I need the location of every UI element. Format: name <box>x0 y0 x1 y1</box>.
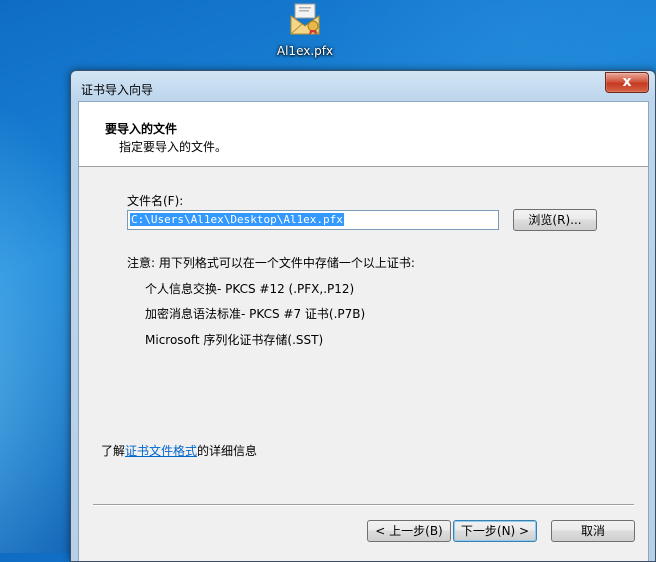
format-item-p7b: 加密消息语法标准- PKCS #7 证书(.P7B) <box>145 307 366 321</box>
page-title: 要导入的文件 <box>105 122 178 136</box>
close-button[interactable]: x <box>605 72 649 93</box>
learn-more-prefix: 了解 <box>101 444 126 458</box>
back-button-label: < 上一步(B) <box>375 524 443 538</box>
file-name-label: 文件名(F): <box>127 194 184 208</box>
learn-more-suffix: 的详细信息 <box>197 444 258 458</box>
close-icon: x <box>622 74 632 90</box>
back-button[interactable]: < 上一步(B) <box>367 520 451 542</box>
desktop-icon-label: Al1ex.pfx <box>276 44 334 58</box>
format-item-sst: Microsoft 序列化证书存储(.SST) <box>145 333 324 347</box>
browse-button-label: 浏览(R)... <box>528 213 582 227</box>
certificate-file-formats-link[interactable]: 证书文件格式 <box>125 444 197 458</box>
next-button[interactable]: 下一步(N) > <box>453 520 537 542</box>
learn-more-text: 了解证书文件格式的详细信息 <box>101 442 257 459</box>
wizard-content: 要导入的文件 指定要导入的文件。 文件名(F): C:\Users\Al1ex\… <box>78 101 649 561</box>
next-button-label: 下一步(N) > <box>460 524 530 538</box>
format-item-pfx: 个人信息交换- PKCS #12 (.PFX,.P12) <box>145 282 355 296</box>
file-name-value: C:\Users\Al1ex\Desktop\Al1ex.pfx <box>130 213 344 226</box>
file-name-input[interactable]: C:\Users\Al1ex\Desktop\Al1ex.pfx <box>127 210 499 230</box>
cancel-button-label: 取消 <box>580 524 605 538</box>
browse-button[interactable]: 浏览(R)... <box>513 209 597 231</box>
window-title: 证书导入向导 <box>81 83 154 97</box>
wizard-header: 要导入的文件 指定要导入的文件。 <box>79 102 648 167</box>
certificate-import-wizard-window: 证书导入向导 x 要导入的文件 指定要导入的文件。 文件名(F): C:\Use… <box>70 70 656 562</box>
cancel-button[interactable]: 取消 <box>551 520 635 542</box>
certificate-envelope-icon <box>289 2 321 36</box>
footer-divider <box>93 504 634 506</box>
page-subtitle: 指定要导入的文件。 <box>119 140 228 154</box>
title-bar[interactable]: 证书导入向导 x <box>71 71 655 101</box>
desktop-icon-pfx[interactable]: Al1ex.pfx <box>262 2 348 58</box>
note-text: 注意: 用下列格式可以在一个文件中存储一个以上证书: <box>127 256 415 270</box>
